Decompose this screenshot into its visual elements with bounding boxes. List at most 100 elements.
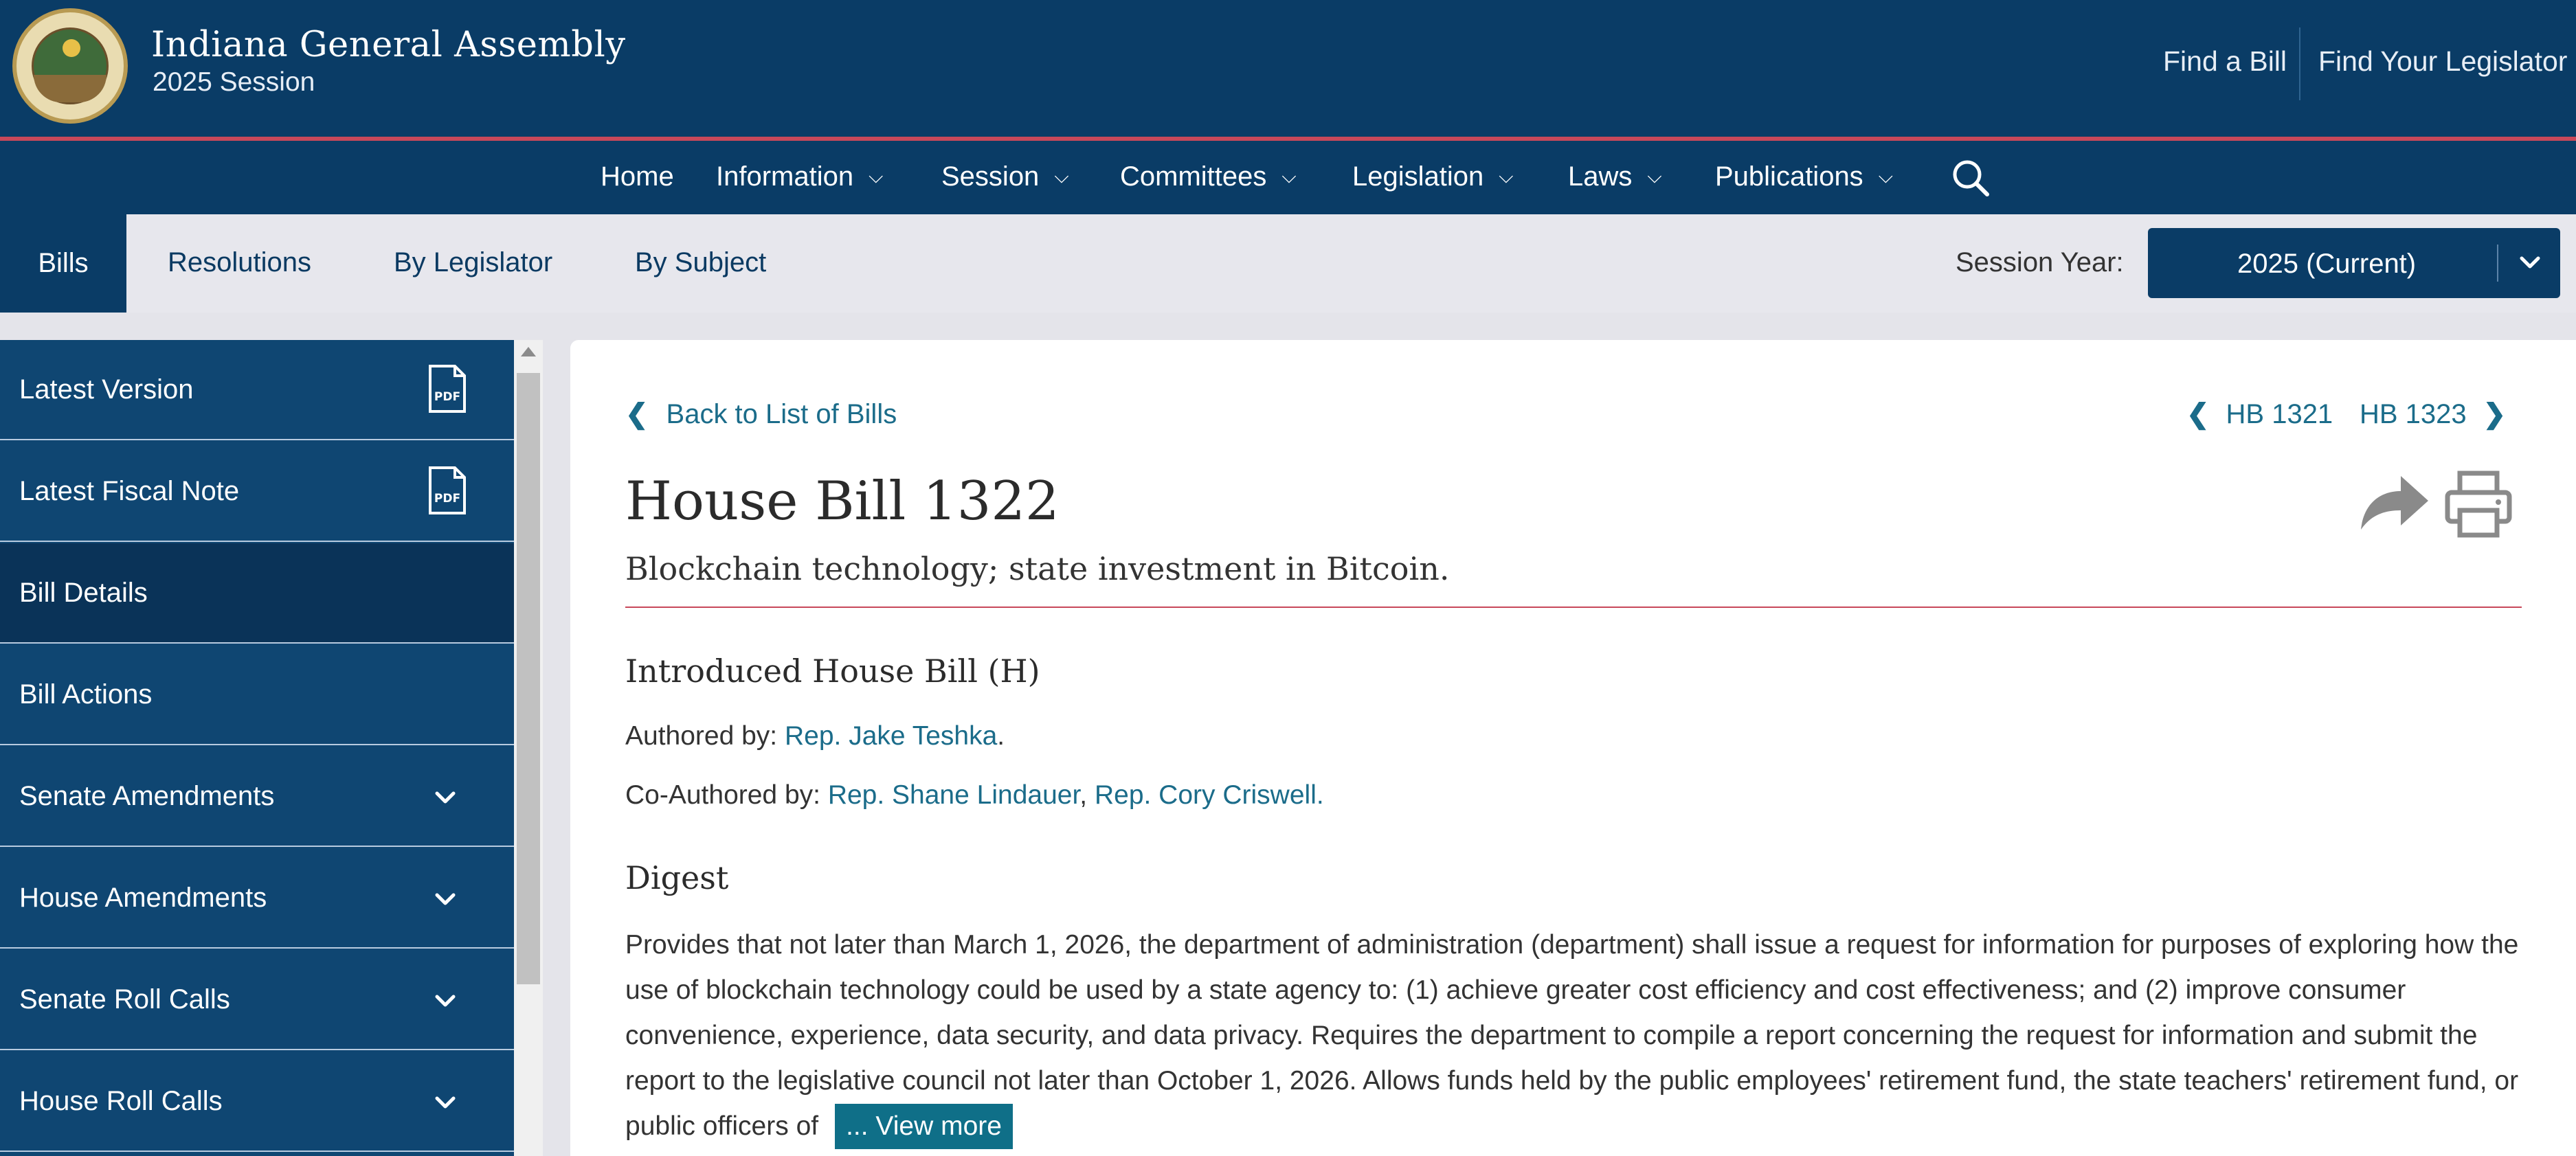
view-more-button[interactable]: ... View more bbox=[835, 1104, 1013, 1149]
scrollbar-thumb[interactable] bbox=[517, 373, 540, 984]
sidebar-item-label: Latest Fiscal Note bbox=[19, 476, 240, 506]
chevron-right-icon: ❯ bbox=[2483, 399, 2507, 429]
header-divider bbox=[2299, 27, 2300, 100]
nav-publications-label: Publications bbox=[1715, 161, 1863, 192]
tab-bills[interactable]: Bills bbox=[0, 214, 126, 313]
bill-subtitle: Blockchain technology; state investment … bbox=[625, 550, 1450, 587]
sidebar-scrollbar[interactable] bbox=[514, 340, 543, 1156]
search-icon[interactable] bbox=[1950, 157, 1991, 199]
nav-home[interactable]: Home bbox=[601, 161, 674, 192]
title-divider bbox=[625, 607, 2522, 608]
chevron-down-icon bbox=[435, 995, 456, 1007]
tab-bills-label: Bills bbox=[38, 248, 89, 278]
nav-committees[interactable]: Committees ⌵ bbox=[1120, 161, 1297, 192]
find-a-bill-link[interactable]: Find a Bill bbox=[2163, 45, 2287, 78]
state-seal-logo[interactable] bbox=[12, 8, 128, 124]
nav-legislation[interactable]: Legislation ⌵ bbox=[1352, 161, 1513, 192]
digest-text: Provides that not later than March 1, 20… bbox=[625, 922, 2529, 1149]
print-icon[interactable] bbox=[2443, 469, 2513, 539]
sidebar-item-bill-details[interactable]: Bill Details bbox=[0, 543, 514, 644]
select-divider bbox=[2497, 245, 2498, 282]
nav-legislation-label: Legislation bbox=[1352, 161, 1484, 192]
previous-bill-link[interactable]: ❮ HB 1321 bbox=[2186, 398, 2333, 430]
bills-subnav: Bills Resolutions By Legislator By Subje… bbox=[0, 214, 2576, 313]
chevron-down-icon bbox=[2520, 256, 2540, 269]
pdf-icon: PDF bbox=[429, 365, 466, 413]
sidebar-item-label: Bill Actions bbox=[19, 679, 153, 710]
seal-ground bbox=[34, 75, 107, 102]
back-link-label: Back to List of Bills bbox=[666, 399, 897, 429]
chevron-down-icon: ⌵ bbox=[1499, 166, 1514, 187]
sidebar-item-label: House Amendments bbox=[19, 883, 267, 913]
nav-home-label: Home bbox=[601, 161, 674, 192]
authored-by-label: Authored by: bbox=[625, 721, 785, 751]
next-bill-link[interactable]: HB 1323 ❯ bbox=[2360, 398, 2506, 430]
sidebar-item-latest-fiscal-note[interactable]: Latest Fiscal Note PDF bbox=[0, 442, 514, 542]
sidebar-item-label: Senate Roll Calls bbox=[19, 984, 230, 1015]
nav-session[interactable]: Session ⌵ bbox=[941, 161, 1069, 192]
chevron-down-icon: ⌵ bbox=[869, 166, 884, 187]
chevron-down-icon bbox=[435, 791, 456, 804]
coauthored-by-label: Co-Authored by: bbox=[625, 780, 828, 810]
seal-landscape bbox=[32, 27, 109, 104]
sidebar-item-senate-amendments[interactable]: Senate Amendments bbox=[0, 747, 514, 847]
nav-information-label: Information bbox=[716, 161, 854, 192]
seal-sun bbox=[63, 39, 80, 57]
coauthor-link[interactable]: Rep. Shane Lindauer bbox=[828, 780, 1079, 810]
chevron-down-icon: ⌵ bbox=[1054, 166, 1069, 187]
next-bill-label: HB 1323 bbox=[2360, 399, 2467, 429]
site-header: Indiana General Assembly 2025 Session Fi… bbox=[0, 0, 2576, 141]
sidebar-item-latest-version[interactable]: Latest Version PDF bbox=[0, 340, 514, 440]
sidebar-item-label: Latest Version bbox=[19, 374, 194, 405]
coauthored-by-line: Co-Authored by: Rep. Shane Lindauer, Rep… bbox=[625, 780, 1324, 811]
sidebar-item-label: House Roll Calls bbox=[19, 1086, 223, 1116]
share-icon[interactable] bbox=[2357, 471, 2431, 534]
main-navigation: Home Information ⌵ Session ⌵ Committees ⌵ L… bbox=[0, 141, 2576, 214]
author-period: . bbox=[997, 721, 1005, 751]
session-year-select[interactable]: 2025 (Current) bbox=[2148, 228, 2560, 298]
chevron-down-icon bbox=[435, 893, 456, 905]
svg-text:PDF: PDF bbox=[434, 492, 460, 506]
authored-by-line: Authored by: Rep. Jake Teshka. bbox=[625, 721, 1005, 751]
tab-by-legislator[interactable]: By Legislator bbox=[394, 247, 552, 278]
bill-sidebar: Latest Version PDF Latest Fiscal Note PD… bbox=[0, 340, 514, 1156]
chevron-down-icon: ⌵ bbox=[1878, 166, 1893, 187]
chevron-left-icon: ❮ bbox=[625, 399, 649, 429]
session-year-label: Session Year: bbox=[1956, 247, 2124, 277]
bill-content-panel: ❮ Back to List of Bills ❮ HB 1321 HB 1323 ❯… bbox=[570, 340, 2576, 1156]
nav-publications[interactable]: Publications ⌵ bbox=[1715, 161, 1893, 192]
sidebar-item-label: Bill Details bbox=[19, 578, 148, 608]
sidebar-item-house-amendments[interactable]: House Amendments bbox=[0, 848, 514, 949]
coauthor-link[interactable]: Rep. Cory Criswell bbox=[1095, 780, 1317, 810]
chevron-down-icon: ⌵ bbox=[1647, 166, 1662, 187]
session-subtitle: 2025 Session bbox=[153, 67, 315, 97]
previous-bill-label: HB 1321 bbox=[2226, 399, 2333, 429]
chevron-left-icon: ❮ bbox=[2186, 399, 2210, 429]
scroll-up-arrow-icon[interactable] bbox=[521, 347, 536, 356]
nav-laws[interactable]: Laws ⌵ bbox=[1568, 161, 1662, 192]
sidebar-item-label: Senate Amendments bbox=[19, 781, 275, 811]
chevron-down-icon bbox=[435, 1096, 456, 1109]
chevron-down-icon: ⌵ bbox=[1281, 166, 1297, 187]
find-your-legislator-link[interactable]: Find Your Legislator bbox=[2318, 45, 2567, 78]
back-to-list-link[interactable]: ❮ Back to List of Bills bbox=[625, 398, 897, 430]
nav-information[interactable]: Information ⌵ bbox=[716, 161, 883, 192]
nav-committees-label: Committees bbox=[1120, 161, 1267, 192]
coauthor-period: . bbox=[1316, 780, 1324, 810]
bill-version-heading: Introduced House Bill (H) bbox=[625, 653, 1040, 690]
digest-heading: Digest bbox=[625, 859, 729, 896]
tab-resolutions[interactable]: Resolutions bbox=[168, 247, 311, 278]
author-link[interactable]: Rep. Jake Teshka bbox=[785, 721, 997, 751]
svg-text:PDF: PDF bbox=[434, 390, 460, 404]
coauthor-separator: , bbox=[1079, 780, 1095, 810]
nav-session-label: Session bbox=[941, 161, 1040, 192]
pdf-icon: PDF bbox=[429, 466, 466, 514]
session-year-value: 2025 (Current) bbox=[2237, 249, 2417, 279]
site-title[interactable]: Indiana General Assembly bbox=[151, 25, 626, 65]
tab-by-subject[interactable]: By Subject bbox=[635, 247, 766, 278]
bill-title: House Bill 1322 bbox=[625, 471, 1060, 532]
sidebar-item-bill-actions[interactable]: Bill Actions bbox=[0, 645, 514, 745]
sidebar-item-house-roll-calls[interactable]: House Roll Calls bbox=[0, 1052, 514, 1152]
sidebar-item-senate-roll-calls[interactable]: Senate Roll Calls bbox=[0, 950, 514, 1050]
nav-laws-label: Laws bbox=[1568, 161, 1633, 192]
